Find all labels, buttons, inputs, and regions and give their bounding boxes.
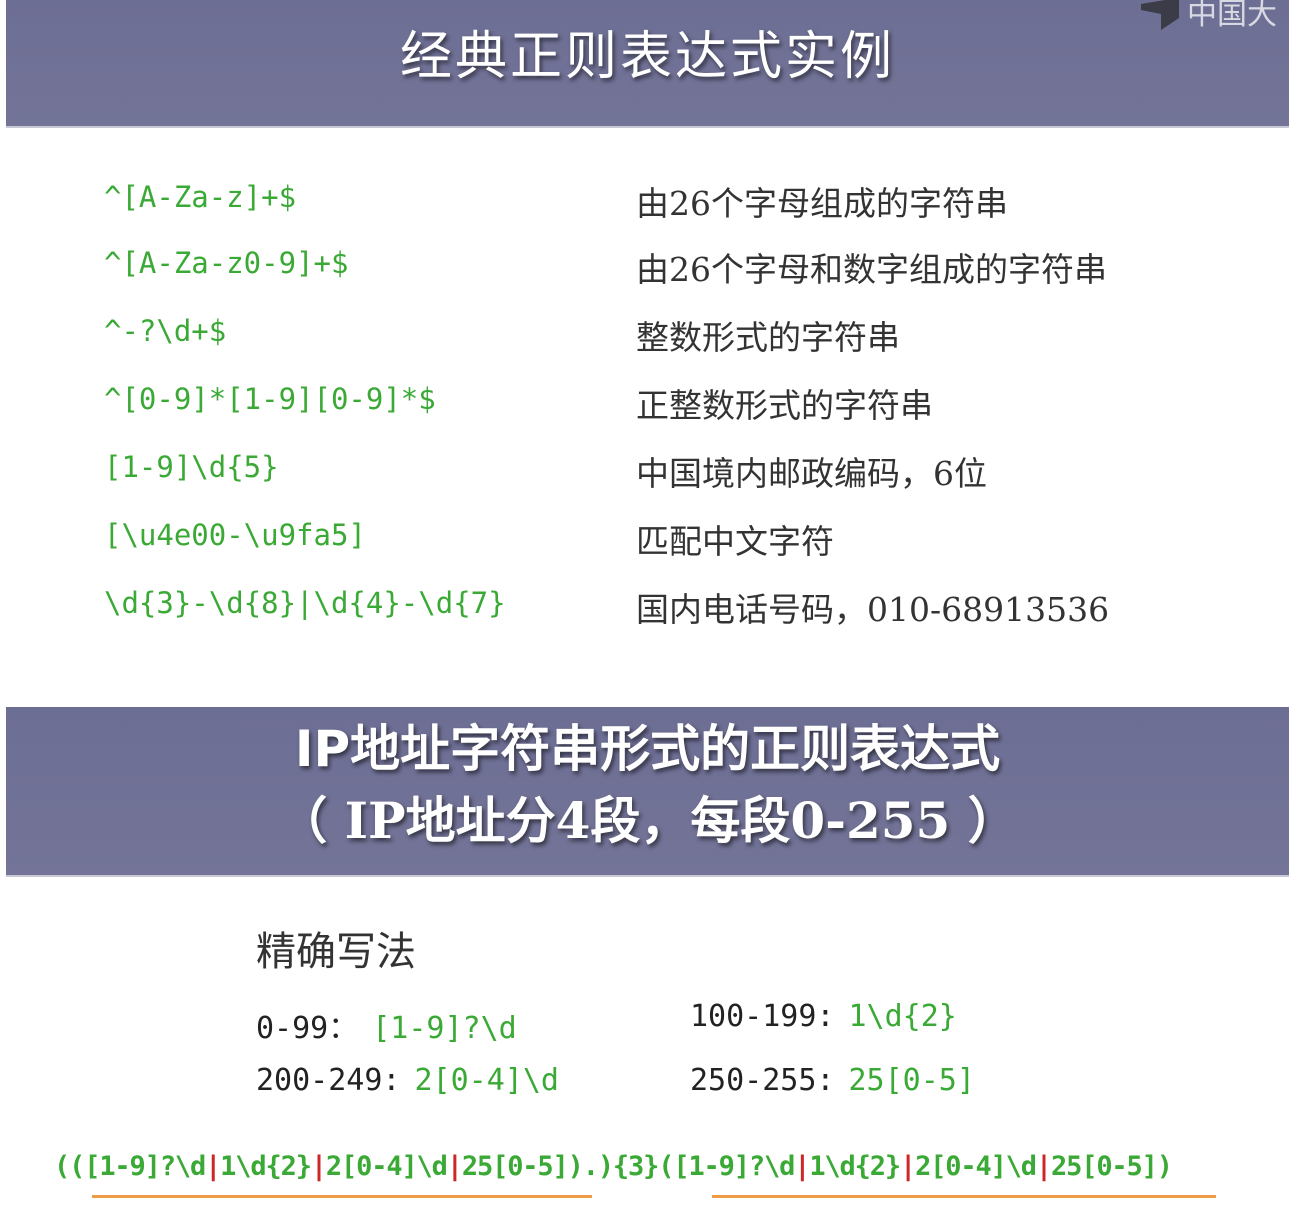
range-item: 200-249: 2[0-4]\d: [256, 1063, 559, 1098]
regex-description: 整数形式的字符串: [636, 318, 900, 357]
regex-description: 中国境内邮政编码，6位: [636, 454, 987, 493]
regex-segment: (([1-9]?\d: [54, 1151, 206, 1182]
regex-pattern: [1-9]\d{5}: [104, 450, 279, 484]
full-ip-regex: (([1-9]?\d|1\d{2}|2[0-4]\d|25[0-5]).){3}…: [54, 1151, 1173, 1182]
slide-regex-examples: 经典正则表达式实例 中国大 ^[A-Za-z]+$ 由26个字母组成的字符串 ^…: [6, 0, 1289, 642]
regex-pattern: ^[A-Za-z0-9]+$: [104, 246, 349, 280]
slide-title-line2: （ IP地址分4段，每段0-255 ）: [277, 791, 1018, 850]
alternation-bar: |: [899, 1151, 916, 1182]
section-subheading: 精确写法: [256, 929, 416, 975]
range-item: 250-255: 25[0-5]: [690, 1063, 975, 1098]
regex-description: 匹配中文字符: [636, 522, 834, 561]
range-item: 100-199: 1\d{2}: [690, 999, 957, 1034]
regex-segment: 25[0-5]).){3}([1-9]?\d: [461, 1151, 795, 1182]
alternation-bar: |: [794, 1151, 810, 1182]
slide-header: IP地址字符串形式的正则表达式 （ IP地址分4段，每段0-255 ）: [6, 707, 1289, 877]
alternation-bar: |: [205, 1151, 221, 1182]
group-underline: [712, 1195, 1216, 1198]
svg-text:中国大: 中国大: [1187, 0, 1277, 30]
slide-title: 经典正则表达式实例: [399, 27, 895, 87]
range-pattern: 2[0-4]\d: [414, 1063, 560, 1098]
regex-pattern: [\u4e00-\u9fa5]: [104, 518, 366, 552]
range-pattern: [1-9]?\d: [372, 1011, 517, 1046]
regex-pattern: ^-?\d+$: [104, 314, 227, 348]
regex-description: 由26个字母和数字组成的字符串: [636, 250, 1107, 289]
range-label: 250-255:: [690, 1063, 835, 1098]
regex-segment: 2[0-4]\d: [325, 1151, 448, 1182]
range-label: 0-99：: [256, 1011, 359, 1046]
regex-description: 国内电话号码，010-68913536: [636, 590, 1110, 629]
range-pattern: 1\d{2}: [848, 999, 957, 1034]
regex-description: 由26个字母组成的字符串: [636, 184, 1008, 223]
range-item: 0-99： [1-9]?\d: [256, 1003, 517, 1047]
regex-segment: 1\d{2}: [809, 1151, 901, 1182]
regex-segment: 25[0-5]): [1051, 1151, 1173, 1182]
slide-header: 经典正则表达式实例 中国大: [6, 0, 1289, 128]
range-pattern: 25[0-5]: [848, 1063, 975, 1098]
alternation-bar: |: [310, 1151, 327, 1182]
group-underline: [92, 1195, 592, 1198]
watermark-logo: 中国大: [1141, 0, 1277, 30]
slide-title-line1: IP地址字符串形式的正则表达式: [294, 720, 1001, 778]
regex-segment: 2[0-4]\d: [915, 1151, 1037, 1182]
regex-pattern: \d{3}-\d{8}|\d{4}-\d{7}: [104, 586, 506, 620]
alternation-bar: |: [1035, 1151, 1052, 1182]
regex-description: 正整数形式的字符串: [636, 386, 933, 425]
range-label: 100-199:: [690, 999, 835, 1034]
regex-pattern: ^[A-Za-z]+$: [104, 180, 297, 214]
alternation-bar: |: [446, 1151, 463, 1182]
regex-pattern: ^[0-9]*[1-9][0-9]*$: [104, 382, 436, 416]
regex-segment: 1\d{2}: [220, 1151, 312, 1182]
slide-ip-regex: IP地址字符串形式的正则表达式 （ IP地址分4段，每段0-255 ） 精确写法…: [6, 707, 1289, 1220]
range-label: 200-249:: [256, 1063, 401, 1098]
